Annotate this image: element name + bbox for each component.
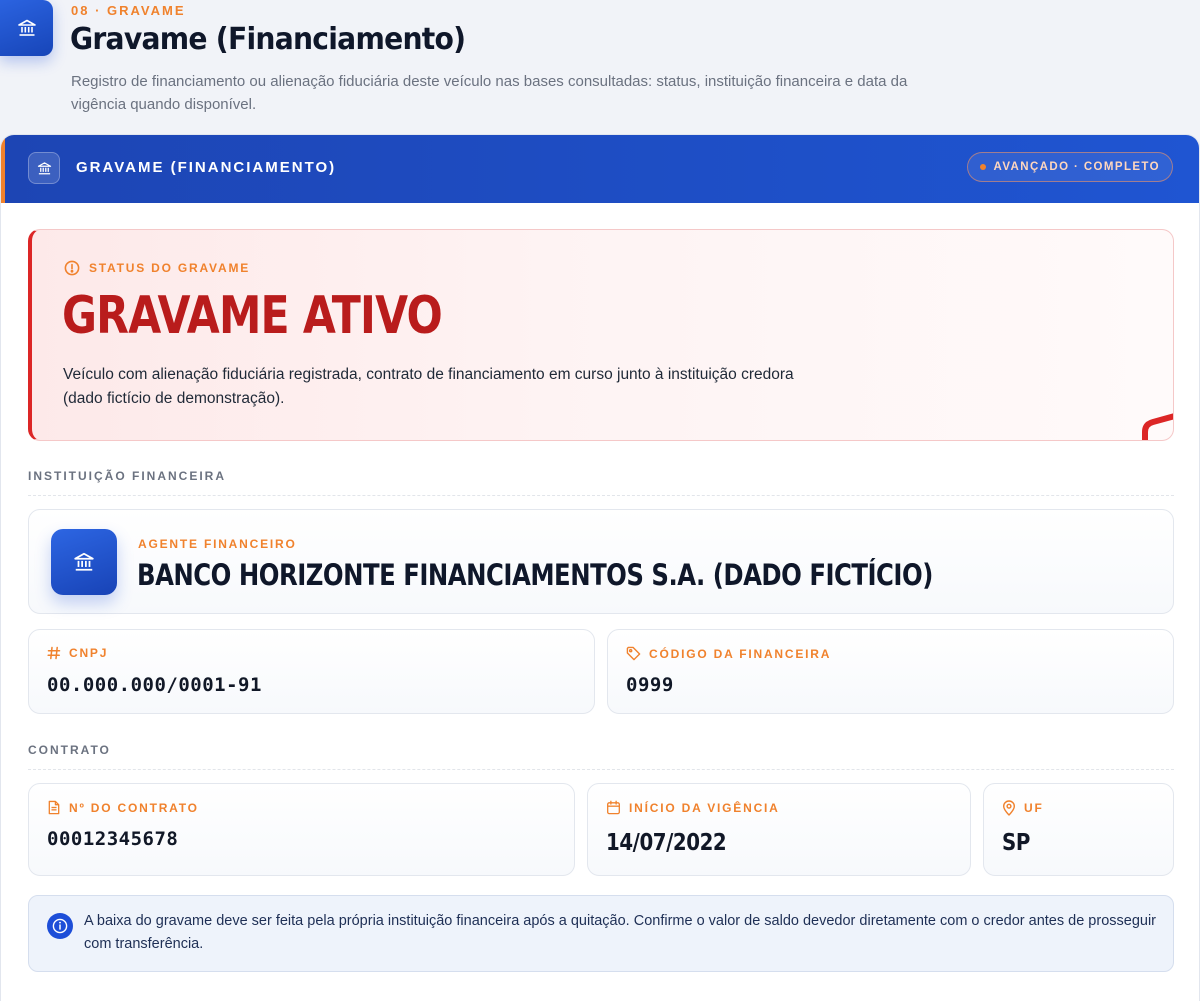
page-title: Gravame (Financiamento) xyxy=(70,22,466,57)
cnpj-panel: CNPJ 00.000.000/0001-91 xyxy=(28,629,595,714)
bank-icon xyxy=(0,0,53,56)
start-date-value: 14/07/2022 xyxy=(606,830,727,856)
hash-icon xyxy=(47,646,61,660)
section-divider xyxy=(28,769,1174,770)
agent-label: AGENTE FINANCEIRO xyxy=(138,537,297,551)
uf-label-text: UF xyxy=(1024,801,1044,815)
plan-badge: AVANÇADO · COMPLETO xyxy=(967,152,1173,182)
section-label-contract: CONTRATO xyxy=(28,743,111,757)
info-note-text: A baixa do gravame deve ser feita pela p… xyxy=(84,913,1157,952)
start-date-panel: INÍCIO DA VIGÊNCIA 14/07/2022 xyxy=(587,783,971,876)
code-label-text: CÓDIGO DA FINANCEIRA xyxy=(649,646,832,661)
contract-number-value: 00012345678 xyxy=(47,828,179,850)
code-panel: CÓDIGO DA FINANCEIRA 0999 xyxy=(607,629,1174,714)
status-value: GRAVAME ATIVO xyxy=(62,286,443,346)
status-alert: STATUS DO GRAVAME GRAVAME ATIVO Veículo … xyxy=(28,229,1174,441)
map-pin-icon xyxy=(1003,800,1015,816)
document-icon xyxy=(48,800,60,815)
card-header-bar: GRAVAME (FINANCIAMENTO) AVANÇADO · COMPL… xyxy=(1,135,1199,203)
corner-accent-icon xyxy=(1142,413,1173,440)
info-icon xyxy=(47,913,73,939)
uf-value: SP xyxy=(1002,830,1030,856)
section-divider xyxy=(28,495,1174,496)
badge-dot-icon xyxy=(980,164,987,170)
agent-panel: AGENTE FINANCEIRO BANCO HORIZONTE FINANC… xyxy=(28,509,1174,614)
cnpj-value: 00.000.000/0001-91 xyxy=(47,674,262,696)
code-value: 0999 xyxy=(626,674,674,696)
contract-number-panel: Nº DO CONTRATO 00012345678 xyxy=(28,783,575,876)
status-label: STATUS DO GRAVAME xyxy=(64,260,250,276)
page-header: 08 · GRAVAME Gravame (Financiamento) Reg… xyxy=(0,0,1200,130)
info-note: A baixa do gravame deve ser feita pela p… xyxy=(28,895,1174,972)
gravame-card: GRAVAME (FINANCIAMENTO) AVANÇADO · COMPL… xyxy=(0,134,1200,1001)
section-label-institution: INSTITUIÇÃO FINANCEIRA xyxy=(28,469,226,483)
status-description: Veículo com alienação fiduciária registr… xyxy=(63,366,794,407)
contract-number-label: Nº DO CONTRATO xyxy=(47,800,199,815)
agent-name: BANCO HORIZONTE FINANCIAMENTOS S.A. (DAD… xyxy=(137,558,933,592)
plan-badge-label: AVANÇADO · COMPLETO xyxy=(993,161,1160,173)
alert-circle-icon xyxy=(64,260,80,276)
section-eyebrow: 08 · GRAVAME xyxy=(71,3,186,18)
tag-icon xyxy=(626,646,641,661)
bank-icon xyxy=(28,152,60,184)
cnpj-label: CNPJ xyxy=(47,646,108,660)
status-label-text: STATUS DO GRAVAME xyxy=(89,261,251,275)
contract-number-label-text: Nº DO CONTRATO xyxy=(69,800,199,815)
code-label: CÓDIGO DA FINANCEIRA xyxy=(626,646,831,661)
bank-icon xyxy=(51,529,117,595)
card-title: GRAVAME (FINANCIAMENTO) xyxy=(76,159,337,176)
cnpj-label-text: CNPJ xyxy=(69,646,109,660)
calendar-icon xyxy=(607,800,620,815)
start-date-label-text: INÍCIO DA VIGÊNCIA xyxy=(629,800,780,815)
uf-panel: UF SP xyxy=(983,783,1174,876)
page-description: Registro de financiamento ou alienação f… xyxy=(71,73,908,113)
start-date-label: INÍCIO DA VIGÊNCIA xyxy=(606,800,780,815)
uf-label: UF xyxy=(1002,800,1044,816)
